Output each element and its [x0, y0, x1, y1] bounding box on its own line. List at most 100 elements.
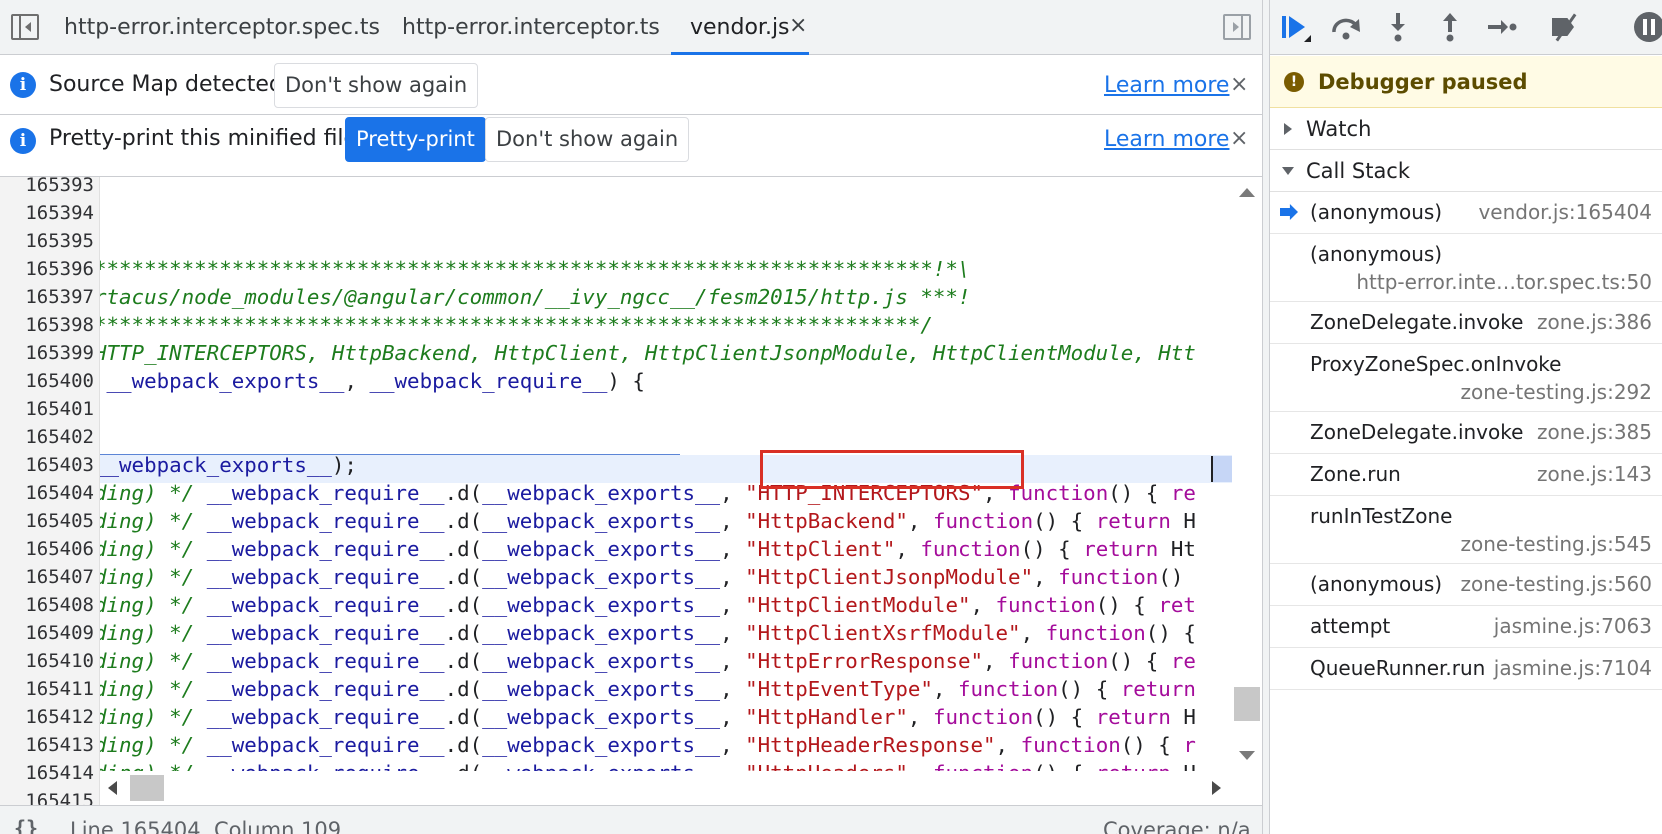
code-line[interactable]: ding) */ __webpack_require__.d(__webpack…: [100, 703, 1196, 731]
line-number[interactable]: 165405: [0, 507, 94, 535]
code-line[interactable]: __webpack_exports__, __webpack_require__…: [100, 367, 645, 395]
line-number[interactable]: 165407: [0, 563, 94, 591]
line-number[interactable]: 165409: [0, 619, 94, 647]
line-number[interactable]: 165394: [0, 199, 94, 227]
step-out-icon[interactable]: [1432, 10, 1468, 44]
line-number[interactable]: 165402: [0, 423, 94, 451]
frame-function-name: (anonymous): [1310, 200, 1443, 224]
tab-vendor-js[interactable]: vendor.js: [671, 0, 808, 55]
code-line[interactable]: ding) */ __webpack_require__.d(__webpack…: [100, 479, 1196, 507]
dont-show-again-button[interactable]: Don't show again: [274, 63, 479, 108]
tab-http-error-interceptor-spec[interactable]: http-error.interceptor.spec.ts: [64, 0, 380, 55]
line-number-gutter[interactable]: 165393 165394 165395 165396 165397 165398 1653…: [0, 177, 100, 805]
code-line[interactable]: __webpack_exports__);: [100, 451, 357, 479]
line-number[interactable]: 165401: [0, 395, 94, 423]
code-token: __webpack_exports__: [482, 649, 721, 673]
pause-on-exceptions-icon[interactable]: [1634, 12, 1662, 42]
step-into-icon[interactable]: [1380, 10, 1416, 44]
code-line[interactable]: ding) */ __webpack_require__.d(__webpack…: [100, 675, 1196, 703]
code-line[interactable]: ****************************************…: [100, 311, 933, 339]
code-line[interactable]: ding) */ __webpack_require__.d(__webpack…: [100, 731, 1196, 759]
learn-more-link[interactable]: Learn more: [1104, 115, 1229, 165]
frame-location-link[interactable]: zone.js:143: [1537, 460, 1652, 488]
call-stack-frame[interactable]: runInTestZone zone-testing.js:545: [1270, 496, 1662, 564]
vertical-scroll-thumb[interactable]: [1234, 687, 1260, 721]
close-tab-icon[interactable]: ×: [789, 13, 807, 39]
step-icon[interactable]: [1484, 10, 1520, 44]
deactivate-breakpoints-icon[interactable]: [1546, 10, 1582, 44]
code-line[interactable]: ding) */ __webpack_require__.d(__webpack…: [100, 591, 1196, 619]
code-token: ,: [970, 593, 996, 617]
line-number[interactable]: 165408: [0, 591, 94, 619]
frame-location-link[interactable]: zone-testing.js:545: [1460, 530, 1652, 558]
frame-location-link[interactable]: vendor.js:165404: [1478, 198, 1652, 226]
scroll-right-icon[interactable]: [1212, 781, 1221, 795]
call-stack-frame[interactable]: (anonymous) vendor.js:165404: [1270, 192, 1662, 234]
line-number[interactable]: 165397: [0, 283, 94, 311]
frame-location-link[interactable]: zone.js:385: [1537, 418, 1652, 446]
line-number[interactable]: 165400: [0, 367, 94, 395]
horizontal-scrollbar[interactable]: [100, 771, 1262, 805]
code-token: ding) */: [100, 565, 207, 589]
frame-location-link[interactable]: zone.js:386: [1537, 308, 1652, 336]
code-line[interactable]: ding) */ __webpack_require__.d(__webpack…: [100, 563, 1183, 591]
call-stack-frame[interactable]: ZoneDelegate.invoke zone.js:385: [1270, 412, 1662, 454]
pretty-print-button[interactable]: Pretty-print: [345, 117, 486, 162]
line-number[interactable]: 165412: [0, 703, 94, 731]
line-number[interactable]: 165415: [0, 787, 94, 805]
horizontal-scroll-thumb[interactable]: [130, 775, 164, 801]
line-number[interactable]: 165398: [0, 311, 94, 339]
line-number[interactable]: 165399: [0, 339, 94, 367]
step-over-icon[interactable]: [1328, 10, 1364, 44]
line-number[interactable]: 165411: [0, 675, 94, 703]
line-number[interactable]: 165395: [0, 227, 94, 255]
line-number[interactable]: 165406: [0, 535, 94, 563]
pane-splitter[interactable]: [1262, 0, 1270, 834]
call-stack-frame[interactable]: Zone.run zone.js:143: [1270, 454, 1662, 496]
frame-location-link[interactable]: http-error.inte…tor.spec.ts:50: [1356, 268, 1652, 296]
code-line[interactable]: rtacus/node_modules/@angular/common/__iv…: [100, 283, 970, 311]
frame-location-link[interactable]: zone-testing.js:292: [1460, 378, 1652, 406]
learn-more-link[interactable]: Learn more: [1104, 55, 1229, 117]
frame-location-link[interactable]: jasmine.js:7063: [1494, 612, 1652, 640]
line-number[interactable]: 165414: [0, 759, 94, 787]
call-stack-frame[interactable]: (anonymous) zone-testing.js:560: [1270, 564, 1662, 606]
line-number[interactable]: 165404: [0, 479, 94, 507]
scroll-left-icon[interactable]: [108, 781, 117, 795]
code-line[interactable]: HTTP_INTERCEPTORS, HttpBackend, HttpClie…: [100, 339, 1196, 367]
code-editor[interactable]: 165393 165394 165395 165396 165397 165398 1653…: [0, 177, 1262, 805]
scroll-up-icon[interactable]: [1239, 188, 1255, 197]
vertical-scrollbar[interactable]: [1232, 177, 1262, 771]
frame-location-link[interactable]: jasmine.js:7104: [1494, 654, 1652, 682]
close-icon[interactable]: ×: [1230, 115, 1248, 163]
call-stack-frame[interactable]: attempt jasmine.js:7063: [1270, 606, 1662, 648]
call-stack-frame[interactable]: ProxyZoneSpec.onInvoke zone-testing.js:29…: [1270, 344, 1662, 412]
watch-section-header[interactable]: Watch: [1270, 108, 1662, 150]
code-line[interactable]: ding) */ __webpack_require__.d(__webpack…: [100, 507, 1196, 535]
code-line[interactable]: ding) */ __webpack_require__.d(__webpack…: [100, 619, 1196, 647]
line-number[interactable]: 165403: [0, 451, 94, 479]
code-line[interactable]: ding) */ __webpack_require__.d(__webpack…: [100, 759, 1196, 771]
code-line[interactable]: ****************************************…: [100, 255, 970, 283]
toggle-navigator-icon[interactable]: [11, 14, 39, 40]
call-stack-frame[interactable]: ZoneDelegate.invoke zone.js:386: [1270, 302, 1662, 344]
scroll-down-icon[interactable]: [1239, 751, 1255, 760]
call-stack-section-header[interactable]: Call Stack: [1270, 150, 1662, 192]
line-number[interactable]: 165410: [0, 647, 94, 675]
code-content[interactable]: ****************************************…: [100, 177, 1232, 771]
dont-show-again-button[interactable]: Don't show again: [485, 117, 690, 162]
tab-http-error-interceptor[interactable]: http-error.interceptor.ts: [402, 0, 660, 55]
pretty-print-icon[interactable]: {}: [14, 816, 38, 834]
toggle-debugger-icon[interactable]: [1223, 14, 1251, 40]
code-line[interactable]: ding) */ __webpack_require__.d(__webpack…: [100, 535, 1196, 563]
resume-icon[interactable]: [1278, 10, 1314, 44]
line-number[interactable]: 165396: [0, 255, 94, 283]
close-icon[interactable]: ×: [1230, 55, 1248, 115]
code-token: .d(: [444, 705, 483, 729]
call-stack-frame[interactable]: QueueRunner.run jasmine.js:7104: [1270, 648, 1662, 690]
line-number[interactable]: 165393: [0, 177, 94, 199]
line-number[interactable]: 165413: [0, 731, 94, 759]
frame-location-link[interactable]: zone-testing.js:560: [1460, 570, 1652, 598]
call-stack-frame[interactable]: (anonymous) http-error.inte…tor.spec.ts:5…: [1270, 234, 1662, 302]
code-line[interactable]: ding) */ __webpack_require__.d(__webpack…: [100, 647, 1196, 675]
